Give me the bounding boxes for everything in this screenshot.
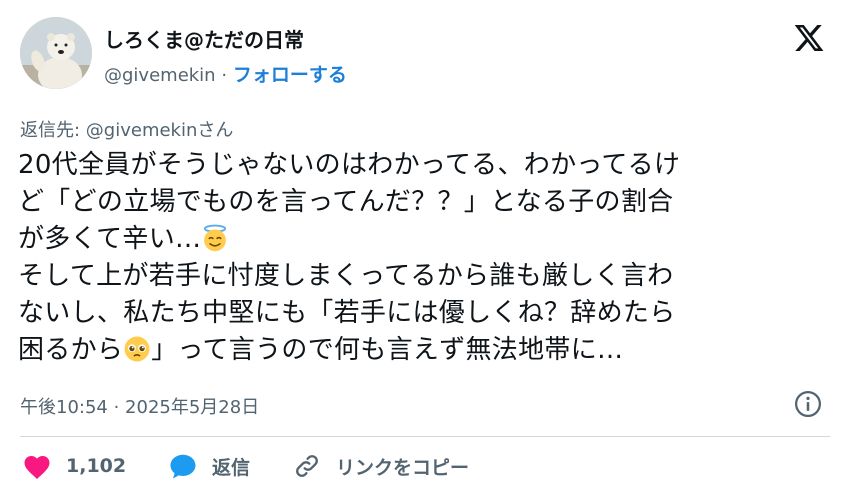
polar-bear-avatar-image [20, 17, 92, 89]
copy-link-button[interactable]: リンクをコピー [292, 452, 469, 480]
copy-link-label: リンクをコピー [336, 456, 470, 479]
like-button[interactable]: 1,102 [22, 452, 126, 480]
reply-to-label: 返信先: @givemekinさん [20, 120, 234, 141]
author-handle-row: @givemekin · フォローする [104, 60, 347, 87]
timestamp-link[interactable]: 午後10:54 · 2025年5月28日 [20, 393, 259, 419]
pleading-face-icon [124, 336, 150, 362]
tweet-line: 20代全員がそうじゃないのはわかってる、わかってるけ [18, 150, 681, 180]
tweet-line: ど「どの立場でものを言ってんだ？？」となる子の割合 [18, 187, 674, 217]
reply-label: 返信 [212, 456, 251, 479]
tweet-line-text: 」って言うので何も言えず無法地帯に… [151, 335, 624, 365]
reply-button[interactable]: 返信 [168, 452, 250, 480]
divider [20, 436, 830, 437]
tweet-line: ないし、私たち中堅にも「若手には優しくね？辞めたら [18, 298, 676, 328]
info-icon[interactable] [793, 389, 823, 419]
tweet-line: 困るから 」って言うので何も言えず無法地帯に… [18, 332, 818, 369]
tweet-text: 20代全員がそうじゃないのはわかってる、わかってるけ ど「どの立場でものを言って… [18, 147, 818, 369]
tweet-line-text: が多くて辛い… [18, 224, 202, 254]
action-bar: 1,102 返信 リンクをコピー [20, 452, 830, 484]
like-count: 1,102 [66, 455, 127, 477]
tweet-line: が多くて辛い… [18, 221, 818, 258]
tweet-line: そして上が若手に忖度しまくってるから誰も厳しく言わ [18, 261, 674, 291]
heart-icon [24, 456, 50, 479]
reply-bubble-icon [170, 454, 196, 479]
link-icon [296, 455, 318, 477]
x-logo-icon[interactable] [792, 22, 826, 54]
smiling-face-with-halo-icon [204, 224, 227, 252]
separator-dot: · [221, 65, 228, 86]
author-handle[interactable]: @givemekin [104, 65, 216, 86]
author-name[interactable]: しろくま@ただの日常 [104, 24, 304, 53]
follow-button[interactable]: フォローする [233, 64, 347, 86]
tweet-line-text: 困るから [18, 335, 124, 365]
avatar[interactable] [20, 17, 92, 89]
